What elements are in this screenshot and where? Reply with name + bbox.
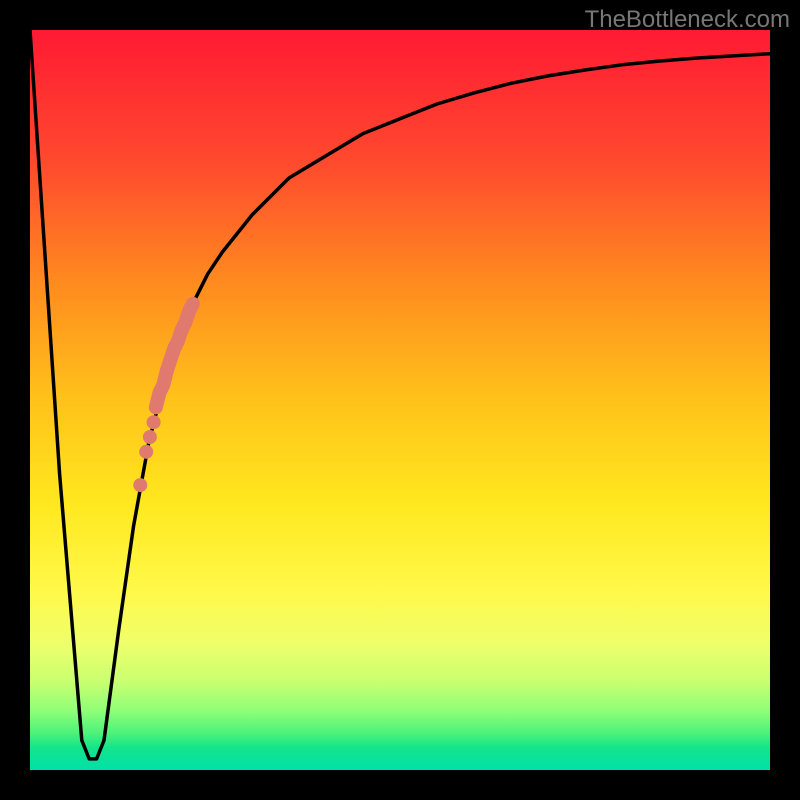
chart-svg [30,30,770,770]
highlight-dot [139,445,153,459]
highlight-dot [147,415,161,429]
chart-stage: TheBottleneck.com [0,0,800,800]
highlight-dot [143,430,157,444]
watermark-text: TheBottleneck.com [585,6,790,34]
highlight-segment [156,304,193,408]
highlight-dots [133,415,160,492]
highlight-dot [133,478,147,492]
bottleneck-curve [30,30,770,759]
